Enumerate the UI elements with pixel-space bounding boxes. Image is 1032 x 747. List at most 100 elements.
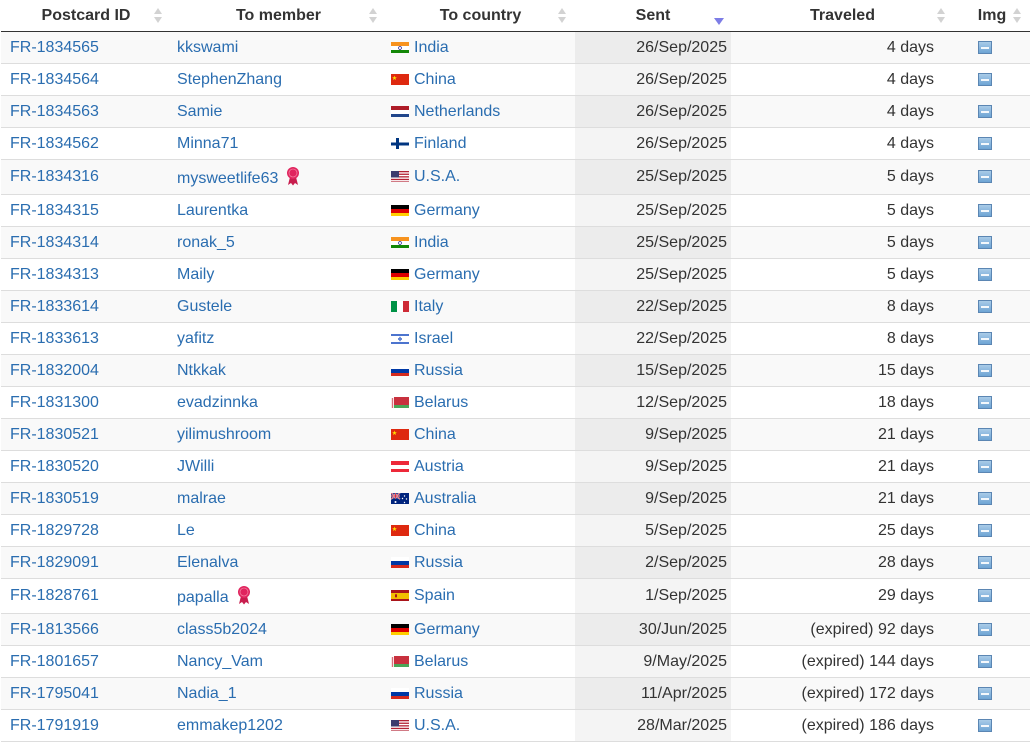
country-link[interactable]: China bbox=[414, 522, 456, 539]
postcard-id-link[interactable]: FR-1831300 bbox=[10, 394, 99, 411]
postcard-id-link[interactable]: FR-1834564 bbox=[10, 71, 99, 88]
column-header-img[interactable]: Img bbox=[954, 0, 1030, 32]
country-link[interactable]: Germany bbox=[414, 266, 480, 283]
postcard-id-link[interactable]: FR-1833614 bbox=[10, 298, 99, 315]
image-icon[interactable] bbox=[977, 555, 992, 569]
image-icon[interactable] bbox=[977, 299, 992, 313]
postcard-id-link[interactable]: FR-1801657 bbox=[10, 653, 99, 670]
country-link[interactable]: U.S.A. bbox=[414, 717, 460, 734]
member-link[interactable]: papalla bbox=[177, 589, 229, 606]
image-icon[interactable] bbox=[977, 331, 992, 345]
postcard-id-link[interactable]: FR-1830520 bbox=[10, 458, 99, 475]
member-link[interactable]: Samie bbox=[177, 103, 222, 120]
postcard-id-link[interactable]: FR-1829728 bbox=[10, 522, 99, 539]
country-link[interactable]: Finland bbox=[414, 135, 466, 152]
member-link[interactable]: yafitz bbox=[177, 330, 214, 347]
member-link[interactable]: Maily bbox=[177, 266, 214, 283]
column-header-country[interactable]: To country bbox=[386, 0, 575, 32]
postcard-id-link[interactable]: FR-1829091 bbox=[10, 554, 99, 571]
postcard-id-link[interactable]: FR-1834315 bbox=[10, 202, 99, 219]
postcard-id-link[interactable]: FR-1834565 bbox=[10, 39, 99, 56]
postcard-id-link[interactable]: FR-1834562 bbox=[10, 135, 99, 152]
country-link[interactable]: China bbox=[414, 71, 456, 88]
image-icon[interactable] bbox=[977, 589, 992, 603]
image-icon[interactable] bbox=[977, 459, 992, 473]
member-link[interactable]: ronak_5 bbox=[177, 234, 235, 251]
country-link[interactable]: Russia bbox=[414, 554, 463, 571]
image-icon[interactable] bbox=[977, 40, 992, 54]
postcard-id-link[interactable]: FR-1791919 bbox=[10, 717, 99, 734]
postcard-id-link[interactable]: FR-1834563 bbox=[10, 103, 99, 120]
image-icon[interactable] bbox=[977, 235, 992, 249]
country-link[interactable]: Spain bbox=[414, 587, 455, 604]
image-icon[interactable] bbox=[977, 654, 992, 668]
image-icon[interactable] bbox=[977, 686, 992, 700]
column-header-id[interactable]: Postcard ID bbox=[1, 0, 171, 32]
postcard-id-link[interactable]: FR-1828761 bbox=[10, 587, 99, 604]
country-link[interactable]: India bbox=[414, 234, 449, 251]
sent-date-cell: 9/Sep/2025 bbox=[575, 482, 731, 515]
country-link[interactable]: Belarus bbox=[414, 653, 468, 670]
member-link[interactable]: Gustele bbox=[177, 298, 232, 315]
member-link[interactable]: evadzinnka bbox=[177, 394, 258, 411]
member-link[interactable]: JWilli bbox=[177, 458, 214, 475]
image-icon[interactable] bbox=[977, 170, 992, 184]
column-header-sent[interactable]: Sent bbox=[575, 0, 731, 32]
member-link[interactable]: Elenalva bbox=[177, 554, 238, 571]
member-link[interactable]: Nancy_Vam bbox=[177, 653, 263, 670]
image-icon[interactable] bbox=[977, 136, 992, 150]
postcard-id-link[interactable]: FR-1833613 bbox=[10, 330, 99, 347]
postcard-id-link[interactable]: FR-1834314 bbox=[10, 234, 99, 251]
country-link[interactable]: Russia bbox=[414, 362, 463, 379]
postcard-id-cell: FR-1830519 bbox=[1, 482, 171, 515]
member-link[interactable]: Laurentka bbox=[177, 202, 248, 219]
member-link[interactable]: Le bbox=[177, 522, 195, 539]
country-link[interactable]: Italy bbox=[414, 298, 443, 315]
member-link[interactable]: class5b2024 bbox=[177, 621, 267, 638]
postcard-id-link[interactable]: FR-1830519 bbox=[10, 490, 99, 507]
postcard-id-link[interactable]: FR-1830521 bbox=[10, 426, 99, 443]
country-link[interactable]: Belarus bbox=[414, 394, 468, 411]
country-link[interactable]: India bbox=[414, 39, 449, 56]
member-link[interactable]: yilimushroom bbox=[177, 426, 271, 443]
country-link[interactable]: Netherlands bbox=[414, 103, 500, 120]
image-icon[interactable] bbox=[977, 203, 992, 217]
postcard-id-link[interactable]: FR-1795041 bbox=[10, 685, 99, 702]
image-icon[interactable] bbox=[977, 523, 992, 537]
country-link[interactable]: Austria bbox=[414, 458, 464, 475]
country-link[interactable]: Israel bbox=[414, 330, 453, 347]
member-link[interactable]: emmakep1202 bbox=[177, 717, 283, 734]
member-link[interactable]: Minna71 bbox=[177, 135, 238, 152]
country-link[interactable]: China bbox=[414, 426, 456, 443]
image-icon[interactable] bbox=[977, 267, 992, 281]
image-icon[interactable] bbox=[977, 72, 992, 86]
member-link[interactable]: kkswami bbox=[177, 39, 238, 56]
image-icon[interactable] bbox=[977, 491, 992, 505]
country-link[interactable]: Germany bbox=[414, 621, 480, 638]
postcard-id-link[interactable]: FR-1834316 bbox=[10, 168, 99, 185]
postcard-id-link[interactable]: FR-1832004 bbox=[10, 362, 99, 379]
image-icon[interactable] bbox=[977, 363, 992, 377]
country-link[interactable]: Russia bbox=[414, 685, 463, 702]
country-cell: Netherlands bbox=[386, 95, 575, 128]
column-header-traveled[interactable]: Traveled bbox=[731, 0, 954, 32]
country-link[interactable]: Germany bbox=[414, 202, 480, 219]
member-link[interactable]: mysweetlife63 bbox=[177, 170, 278, 187]
country-link[interactable]: U.S.A. bbox=[414, 168, 460, 185]
member-link[interactable]: StephenZhang bbox=[177, 71, 282, 88]
image-icon[interactable] bbox=[977, 395, 992, 409]
image-icon[interactable] bbox=[977, 427, 992, 441]
postcard-id-link[interactable]: FR-1834313 bbox=[10, 266, 99, 283]
image-icon[interactable] bbox=[977, 104, 992, 118]
postcard-id-cell: FR-1795041 bbox=[1, 677, 171, 710]
image-icon[interactable] bbox=[977, 622, 992, 636]
image-icon[interactable] bbox=[977, 718, 992, 732]
postcard-id-cell: FR-1834563 bbox=[1, 95, 171, 128]
column-header-member[interactable]: To member bbox=[171, 0, 386, 32]
member-link[interactable]: Nadia_1 bbox=[177, 685, 237, 702]
member-link[interactable]: malrae bbox=[177, 490, 226, 507]
country-link[interactable]: Australia bbox=[414, 490, 476, 507]
member-link[interactable]: Ntkkak bbox=[177, 362, 226, 379]
postcard-id-link[interactable]: FR-1813566 bbox=[10, 621, 99, 638]
traveled-cell: (expired) 186 days bbox=[731, 709, 954, 742]
